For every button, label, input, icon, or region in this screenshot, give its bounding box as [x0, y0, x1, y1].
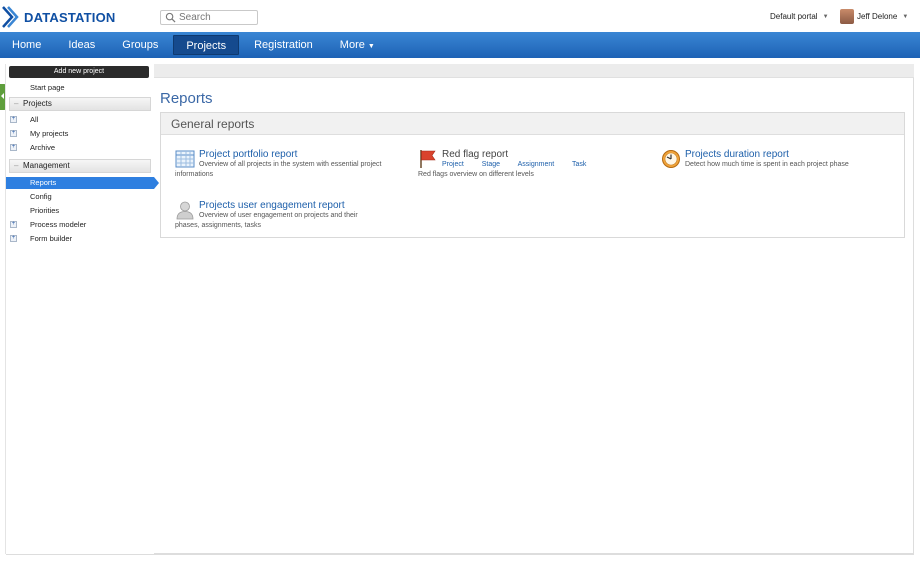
sidebar-item-label: Start page	[30, 83, 65, 92]
report-title-link[interactable]: Projects user engagement report	[199, 200, 345, 211]
sidebar-item-label: Process modeler	[30, 220, 87, 229]
top-header: DATASTATION Default portal ▼ Jeff Delone…	[0, 0, 920, 32]
report-description: informations	[175, 171, 214, 178]
report-description: Red flags overview on different levels	[418, 171, 534, 178]
collapse-minus-icon: –	[14, 161, 19, 170]
search-box[interactable]	[160, 10, 258, 25]
sidebar-section-management[interactable]: – Management	[9, 159, 151, 173]
page-title: Reports	[160, 90, 213, 107]
avatar	[840, 9, 854, 24]
sidebar-item-process-modeler[interactable]: + Process modeler	[6, 219, 154, 231]
table-icon	[175, 150, 195, 168]
user-name: Jeff Delone	[857, 12, 898, 21]
sidebar-section-title: Projects	[23, 99, 52, 108]
main-nav: Home Ideas Groups Projects Registration …	[0, 32, 920, 58]
red-flag-assignment-link[interactable]: Assignment	[518, 161, 555, 168]
sidebar-item-label: Reports	[30, 178, 57, 187]
datastation-logo[interactable]: DATASTATION	[2, 5, 116, 29]
expand-plus-icon[interactable]: +	[10, 235, 17, 242]
panel-title: General reports	[161, 113, 904, 135]
logo-text: DATASTATION	[24, 9, 116, 25]
nav-home[interactable]: Home	[0, 35, 53, 55]
portal-label: Default portal	[770, 12, 818, 21]
sidebar-section-title: Management	[23, 161, 70, 170]
general-reports-panel: General reports Project portfolio report…	[160, 112, 905, 238]
expand-plus-icon[interactable]: +	[10, 221, 17, 228]
red-flag-links: Project Stage Assignment Task	[442, 161, 602, 168]
search-input[interactable]	[179, 12, 257, 23]
sidebar-item-form-builder[interactable]: + Form builder	[6, 233, 154, 245]
nav-more[interactable]: More ▼	[328, 35, 387, 55]
red-flag-stage-link[interactable]: Stage	[482, 161, 500, 168]
sidebar-item-all[interactable]: + All	[6, 114, 154, 126]
sidebar-item-label: Archive	[30, 143, 56, 152]
chevron-down-icon: ▼	[902, 13, 909, 20]
report-red-flag: Red flag report Project Stage Assignment…	[418, 149, 648, 183]
user-icon	[176, 201, 194, 220]
report-description: phases, assignments, tasks	[175, 222, 261, 229]
nav-more-label: More	[339, 39, 365, 51]
report-description: Overview of user engagement on projects …	[199, 212, 358, 219]
sidebar: Add new project Start page – Projects + …	[6, 64, 159, 554]
sidebar-item-label: All	[30, 115, 39, 124]
sidebar-item-label: Config	[30, 192, 52, 201]
report-description: Detect how much time is spent in each pr…	[685, 161, 849, 168]
collapse-minus-icon: –	[14, 99, 19, 108]
content-toolbar-strip	[154, 64, 914, 78]
report-description: Overview of all projects in the system w…	[199, 161, 382, 168]
nav-registration[interactable]: Registration	[242, 35, 325, 55]
sidebar-item-label: Form builder	[30, 234, 73, 243]
sidebar-section-projects[interactable]: – Projects	[9, 97, 151, 111]
report-projects-duration: Projects duration report Detect how much…	[661, 149, 901, 183]
sidebar-item-archive[interactable]: + Archive	[6, 142, 154, 154]
report-title-link[interactable]: Project portfolio report	[199, 149, 297, 160]
chevron-down-icon: ▼	[367, 43, 375, 50]
red-flag-task-link[interactable]: Task	[572, 161, 586, 168]
logo-mark-icon	[2, 6, 19, 28]
nav-groups[interactable]: Groups	[110, 35, 170, 55]
sidebar-item-label: Priorities	[30, 206, 60, 215]
report-project-portfolio: Project portfolio report Overview of all…	[175, 149, 415, 183]
sidebar-item-config[interactable]: Config	[6, 191, 154, 203]
sidebar-item-label: My projects	[30, 129, 69, 138]
bottom-divider	[6, 554, 914, 555]
report-title-link[interactable]: Projects duration report	[685, 149, 789, 160]
user-menu[interactable]: Jeff Delone ▼	[840, 9, 908, 24]
chevron-down-icon: ▼	[822, 13, 829, 20]
red-flag-icon	[420, 150, 436, 168]
expand-plus-icon[interactable]: +	[10, 116, 17, 123]
portal-selector[interactable]: Default portal ▼	[770, 12, 829, 21]
red-flag-project-link[interactable]: Project	[442, 161, 464, 168]
search-icon	[165, 12, 176, 23]
nav-projects[interactable]: Projects	[173, 35, 240, 55]
sidebar-item-my-projects[interactable]: + My projects	[6, 128, 154, 140]
sidebar-item-start-page[interactable]: Start page	[6, 82, 154, 94]
report-user-engagement: Projects user engagement report Overview…	[175, 200, 415, 234]
sidebar-item-reports[interactable]: Reports	[6, 177, 159, 189]
expand-plus-icon[interactable]: +	[10, 130, 17, 137]
sidebar-item-priorities[interactable]: Priorities	[6, 205, 154, 217]
expand-plus-icon[interactable]: +	[10, 144, 17, 151]
nav-ideas[interactable]: Ideas	[56, 35, 107, 55]
clock-icon	[662, 150, 680, 168]
chevron-left-icon	[1, 93, 4, 99]
add-new-project-button[interactable]: Add new project	[9, 66, 149, 78]
report-title: Red flag report	[442, 149, 509, 160]
